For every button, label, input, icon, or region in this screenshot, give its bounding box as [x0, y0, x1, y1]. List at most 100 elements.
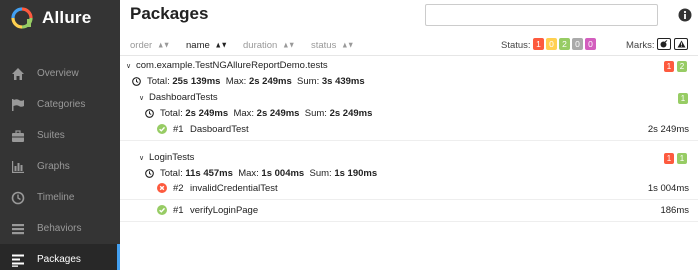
list-icon — [12, 223, 24, 234]
sidebar-item-timeline[interactable]: Timeline — [0, 182, 120, 213]
test-name: verifyLoginPage — [190, 205, 259, 216]
stat-total: 25s 139ms — [172, 76, 221, 87]
sort-arrows-icon: ▲▼ — [341, 41, 354, 50]
sidebar-item-suites[interactable]: Suites — [0, 120, 120, 151]
sort-label: order — [130, 40, 153, 51]
sidebar-item-label: Graphs — [37, 161, 70, 172]
stat-label: Sum: — [309, 168, 332, 179]
sidebar-item-label: Suites — [37, 130, 65, 141]
sort-by-name[interactable]: name ▲▼ — [186, 40, 228, 51]
sidebar-item-label: Categories — [37, 99, 86, 110]
mark-new-failed-toggle[interactable] — [674, 38, 688, 50]
stat-max: 2s 249ms — [256, 108, 300, 119]
stat-label: Total: — [147, 76, 170, 87]
group-count-failed: 1 — [664, 153, 674, 164]
group-count-passed: 2 — [677, 61, 687, 72]
test-number: #1 — [173, 205, 184, 216]
tree-group-logintests[interactable]: ∨ LoginTests 1 1 — [120, 152, 698, 166]
test-row[interactable]: #2 invalidCredentialTest 1s 004ms — [120, 179, 698, 200]
sort-label: status — [311, 40, 337, 51]
stat-max: 1s 004ms — [261, 168, 305, 179]
test-number: #1 — [173, 124, 184, 135]
brand[interactable]: Allure — [0, 0, 120, 36]
failed-status-icon — [157, 183, 167, 193]
group-stats: Total: 2s 249ms Max: 2s 249ms Sum: 2s 24… — [145, 108, 645, 119]
sidebar-item-categories[interactable]: Categories — [0, 89, 120, 120]
main-content: Packages order ▲▼ name ▲▼ duration ▲▼ statu… — [120, 0, 698, 270]
clock-icon — [145, 109, 154, 118]
toolbar: order ▲▼ name ▲▼ duration ▲▼ status ▲▼ Statu… — [120, 36, 698, 56]
sidebar-item-packages[interactable]: Packages — [0, 244, 120, 270]
chevron-down-icon: ∨ — [139, 94, 145, 102]
tree-group-root[interactable]: ∨ com.example.TestNGAllureReportDemo.tes… — [120, 60, 698, 74]
test-row[interactable]: #1 DasboardTest 2s 249ms — [120, 120, 698, 141]
sort-by-duration[interactable]: duration ▲▼ — [243, 40, 295, 51]
sort-label: name — [186, 40, 210, 51]
sort-label: duration — [243, 40, 278, 51]
test-row[interactable]: #1 verifyLoginPage 186ms — [120, 201, 698, 222]
search-input[interactable] — [425, 4, 658, 26]
group-stats: Total: 25s 139ms Max: 2s 249ms Sum: 3s 4… — [132, 76, 632, 87]
passed-status-icon — [157, 205, 167, 215]
status-filter-broken[interactable]: 0 — [546, 38, 557, 50]
stat-total: 2s 249ms — [185, 108, 229, 119]
stat-label: Max: — [225, 76, 247, 87]
clock-icon — [132, 77, 141, 86]
status-filter-skipped[interactable]: 0 — [572, 38, 583, 50]
stat-label: Total: — [160, 168, 183, 179]
test-number: #2 — [173, 183, 184, 194]
test-duration: 186ms — [660, 205, 689, 216]
home-icon — [12, 67, 24, 80]
group-count-passed: 1 — [678, 93, 688, 104]
briefcase-icon — [12, 129, 24, 142]
test-name: invalidCredentialTest — [190, 183, 278, 194]
bomb-icon — [660, 40, 668, 48]
status-filter-failed[interactable]: 1 — [533, 38, 544, 50]
sort-arrows-icon: ▲▼ — [157, 41, 170, 50]
sort-by-status[interactable]: status ▲▼ — [311, 40, 354, 51]
test-name: DasboardTest — [190, 124, 249, 135]
stat-label: Total: — [160, 108, 183, 119]
flag-icon — [12, 98, 24, 111]
group-name: LoginTests — [149, 152, 195, 163]
stat-label: Max: — [238, 168, 259, 179]
status-filter-passed[interactable]: 2 — [559, 38, 570, 50]
status-filter-label: Status: — [501, 40, 531, 51]
clock-icon — [145, 169, 154, 178]
warning-icon — [677, 40, 685, 48]
clock-icon — [11, 191, 25, 204]
chevron-down-icon: ∨ — [139, 154, 145, 162]
group-name: com.example.TestNGAllureReportDemo.tests — [136, 60, 328, 71]
sidebar-item-behaviors[interactable]: Behaviors — [0, 213, 120, 244]
sidebar-item-label: Packages — [37, 254, 81, 265]
sidebar-item-graphs[interactable]: Graphs — [0, 151, 120, 182]
allure-logo-icon — [11, 7, 33, 29]
test-duration: 2s 249ms — [647, 124, 689, 135]
sidebar-item-label: Overview — [37, 68, 79, 79]
sort-by-order[interactable]: order ▲▼ — [130, 40, 170, 51]
mark-flaky-toggle[interactable] — [657, 38, 671, 50]
stat-total: 11s 457ms — [185, 168, 233, 179]
app-name: Allure — [42, 8, 92, 27]
chevron-down-icon: ∨ — [126, 62, 132, 70]
page-title: Packages — [130, 4, 209, 23]
sidebar-item-label: Behaviors — [37, 223, 82, 234]
sidebar-item-overview[interactable]: Overview — [0, 58, 120, 89]
stat-sum: 3s 439ms — [321, 76, 365, 87]
tree-group-dashboardtests[interactable]: ∨ DashboardTests 1 — [120, 92, 698, 106]
group-count-passed: 1 — [677, 153, 687, 164]
sort-arrows-icon: ▲▼ — [214, 41, 228, 50]
align-left-icon — [12, 254, 24, 267]
stat-label: Max: — [233, 108, 255, 119]
status-filter-unknown[interactable]: 0 — [585, 38, 596, 50]
sidebar-item-label: Timeline — [37, 192, 75, 203]
test-duration: 1s 004ms — [647, 183, 689, 194]
group-name: DashboardTests — [149, 92, 218, 103]
stat-label: Sum: — [304, 108, 327, 119]
passed-status-icon — [157, 124, 167, 134]
bar-chart-icon — [12, 160, 24, 173]
sort-arrows-icon: ▲▼ — [282, 41, 295, 50]
info-icon[interactable] — [678, 8, 692, 22]
stat-label: Sum: — [297, 76, 320, 87]
sidebar: Allure Overview Categories Suites Graphs… — [0, 0, 120, 270]
